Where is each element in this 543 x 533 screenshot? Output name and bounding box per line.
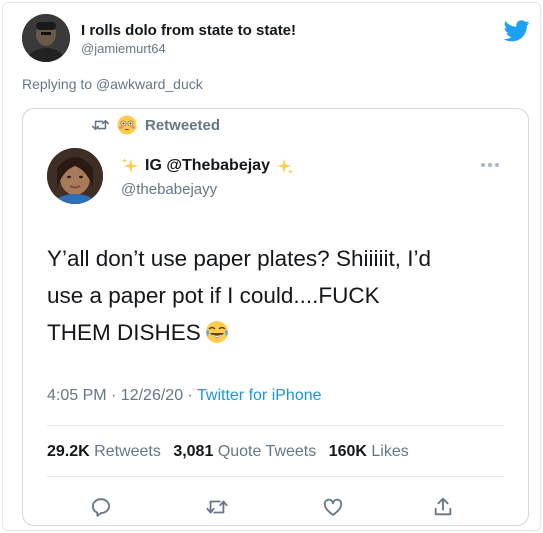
quote-tweets-stat[interactable]: 3,081 Quote Tweets (173, 443, 316, 460)
replying-prefix: Replying to (22, 76, 93, 92)
retweet-button[interactable] (206, 496, 228, 518)
divider (47, 425, 504, 426)
tweet-text-line-last: THEM DISHES (47, 314, 497, 351)
likes-label: Likes (371, 443, 409, 460)
quoted-author-avatar[interactable] (47, 148, 103, 204)
tweet-text-line: use a paper pot if I could....FUCK (47, 283, 380, 308)
reply-button[interactable] (90, 496, 112, 518)
retweet-icon (206, 500, 228, 514)
reply-icon (92, 498, 110, 517)
tweet-meta: 4:05 PM · 12/26/20 · Twitter for iPhone (47, 387, 322, 405)
likes-stat[interactable]: 160K Likes (329, 443, 409, 460)
share-icon (434, 497, 452, 516)
tears-of-joy-emoji (205, 321, 228, 343)
twitter-bird-icon[interactable] (504, 20, 530, 42)
retweeted-indicator: Retweeted (92, 115, 220, 135)
tweet-stats: 29.2K Retweets 3,081 Quote Tweets 160K L… (47, 443, 417, 461)
flushed-face-emoji (117, 115, 137, 135)
quoted-author-name-row[interactable]: IG @Thebabejay (121, 157, 294, 175)
reply-author-avatar[interactable] (22, 14, 70, 62)
tweet-body: Y’all don’t use paper plates? Shiiiiit, … (47, 240, 497, 351)
tweet-text-line: THEM DISHES (47, 320, 201, 345)
tweet-source-link[interactable]: Twitter for iPhone (197, 387, 322, 404)
quoted-author-name[interactable]: IG @Thebabejay (145, 157, 270, 175)
tweet-text-line: Y’all don’t use paper plates? Shiiiiit, … (47, 246, 431, 271)
more-dots-icon[interactable] (481, 162, 503, 168)
quote-tweets-label: Quote Tweets (217, 443, 317, 460)
quoted-author-handle[interactable]: @thebabejayy (121, 181, 217, 198)
likes-count: 160K (328, 443, 367, 460)
tweet-actions (0, 496, 543, 518)
replying-to-line: Replying to @awkward_duck (22, 76, 203, 92)
retweets-stat[interactable]: 29.2K Retweets (47, 443, 161, 460)
retweeted-label: Retweeted (145, 116, 221, 134)
sparkles-emoji (121, 157, 139, 174)
divider (47, 476, 504, 477)
quote-tweets-count: 3,081 (173, 443, 214, 460)
reply-author-name[interactable]: I rolls dolo from state to state! (81, 22, 296, 39)
sparkles-emoji (276, 158, 294, 175)
tweet-timestamp[interactable]: 4:05 PM · 12/26/20 · (47, 387, 197, 404)
retweets-label: Retweets (94, 443, 161, 460)
reply-author-handle[interactable]: @jamiemurt64 (81, 41, 166, 56)
retweets-count: 29.2K (47, 443, 90, 460)
retweet-icon (92, 119, 109, 131)
replying-to-mention[interactable]: @awkward_duck (96, 76, 203, 92)
share-button[interactable] (432, 496, 454, 518)
heart-icon (323, 498, 343, 516)
like-button[interactable] (322, 496, 344, 518)
